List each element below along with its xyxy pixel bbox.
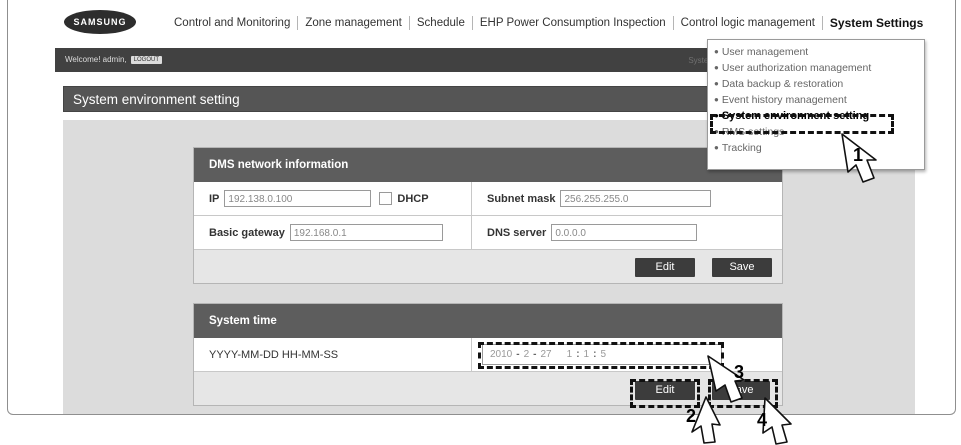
gateway-cell: Basic gateway 192.168.0.1 xyxy=(194,216,472,249)
time-edit-button[interactable]: Edit xyxy=(635,381,695,400)
menu-item-label: System environment setting xyxy=(721,110,870,122)
system-time-title: System time xyxy=(194,304,782,338)
system-time-row: YYYY-MM-DD HH-MM-SS 2010 - 2 - 27 1 : 1 … xyxy=(194,338,782,372)
logout-button[interactable]: LOGOUT xyxy=(130,56,162,64)
network-row-ip: IP 192.138.0.100 DHCP Subnet mask 256.25… xyxy=(194,182,782,216)
day-field[interactable]: 27 xyxy=(541,349,552,360)
menu-item-tracking[interactable]: ● Tracking xyxy=(708,140,924,156)
bullet-icon: ● xyxy=(714,79,719,88)
samsung-logo: SAMSUNG xyxy=(64,10,136,34)
time-separator: : xyxy=(593,349,597,360)
subnet-input[interactable]: 256.255.255.0 xyxy=(560,190,712,207)
ip-cell: IP 192.138.0.100 DHCP xyxy=(194,182,472,215)
dhcp-checkbox[interactable] xyxy=(379,192,393,205)
bullet-icon: ● xyxy=(714,143,719,152)
dns-label: DNS server xyxy=(487,226,547,239)
bullet-icon: ● xyxy=(714,111,719,120)
bullet-icon: ● xyxy=(714,47,719,56)
nav-schedule[interactable]: Schedule xyxy=(410,16,473,30)
menu-item-user-authorization[interactable]: ● User authorization management xyxy=(708,60,924,76)
menu-item-data-backup[interactable]: ● Data backup & restoration xyxy=(708,76,924,92)
time-separator: : xyxy=(576,349,580,360)
menu-item-label: Event history management xyxy=(721,94,847,106)
menu-item-user-management[interactable]: ● User management xyxy=(708,44,924,60)
hour-field[interactable]: 1 xyxy=(567,349,573,360)
month-field[interactable]: 2 xyxy=(524,349,530,360)
bullet-icon: ● xyxy=(714,63,719,72)
year-field[interactable]: 2010 xyxy=(490,349,512,360)
network-button-row: Edit Save xyxy=(194,250,782,283)
menu-item-system-environment[interactable]: ● System environment setting xyxy=(708,108,924,124)
menu-item-label: Data backup & restoration xyxy=(721,78,844,90)
settings-dropdown: ● User management ● User authorization man… xyxy=(707,39,925,170)
bullet-icon: ● xyxy=(714,127,719,136)
welcome-text: Welcome! admin, LOGOUT xyxy=(65,55,162,64)
time-format-cell: YYYY-MM-DD HH-MM-SS xyxy=(194,338,472,371)
datetime-input[interactable]: 2010 - 2 - 27 1 : 1 : 5 xyxy=(482,344,722,365)
ip-label: IP xyxy=(209,192,220,205)
date-separator: - xyxy=(516,349,520,360)
menu-item-label: Tracking xyxy=(721,142,762,154)
subnet-cell: Subnet mask 256.255.255.0 xyxy=(472,182,712,215)
date-separator: - xyxy=(533,349,537,360)
nav-control-monitoring[interactable]: Control and Monitoring xyxy=(174,16,299,30)
welcome-label: Welcome! admin, xyxy=(65,55,127,64)
gateway-input[interactable]: 192.168.0.1 xyxy=(289,224,443,241)
nav-control-logic[interactable]: Control logic management xyxy=(674,16,823,30)
menu-item-label: RMS settings xyxy=(721,126,785,138)
time-save-button[interactable]: Save xyxy=(712,381,770,400)
top-nav: Control and Monitoring Zone management S… xyxy=(174,16,930,30)
minute-field[interactable]: 1 xyxy=(584,349,590,360)
menu-item-label: User authorization management xyxy=(721,62,872,74)
menu-item-label: User management xyxy=(721,46,809,58)
nav-zone-management[interactable]: Zone management xyxy=(298,16,410,30)
gateway-label: Basic gateway xyxy=(209,226,285,239)
dns-cell: DNS server 0.0.0.0 xyxy=(472,216,698,249)
menu-item-event-history[interactable]: ● Event history management xyxy=(708,92,924,108)
dhcp-label: DHCP xyxy=(397,192,429,205)
time-value-cell: 2010 - 2 - 27 1 : 1 : 5 xyxy=(472,338,722,371)
ip-input[interactable]: 192.138.0.100 xyxy=(224,190,372,207)
bullet-icon: ● xyxy=(714,95,719,104)
page-title: System environment setting xyxy=(73,92,240,107)
time-format-label: YYYY-MM-DD HH-MM-SS xyxy=(209,348,339,361)
network-edit-button[interactable]: Edit xyxy=(635,258,695,277)
nav-ehp-power[interactable]: EHP Power Consumption Inspection xyxy=(473,16,674,30)
dns-input[interactable]: 0.0.0.0 xyxy=(551,224,698,241)
menu-item-rms-settings[interactable]: ● RMS settings xyxy=(708,124,924,140)
network-panel-title: DMS network information xyxy=(194,148,782,182)
network-panel: DMS network information IP 192.138.0.100… xyxy=(193,147,783,284)
subnet-label: Subnet mask xyxy=(487,192,556,205)
time-button-row: Edit Save xyxy=(194,372,782,405)
network-row-gateway: Basic gateway 192.168.0.1 DNS server 0.0… xyxy=(194,216,782,250)
nav-system-settings[interactable]: System Settings xyxy=(823,16,930,30)
second-field[interactable]: 5 xyxy=(600,349,606,360)
system-time-panel: System time YYYY-MM-DD HH-MM-SS 2010 - 2… xyxy=(193,303,783,406)
network-save-button[interactable]: Save xyxy=(712,258,772,277)
